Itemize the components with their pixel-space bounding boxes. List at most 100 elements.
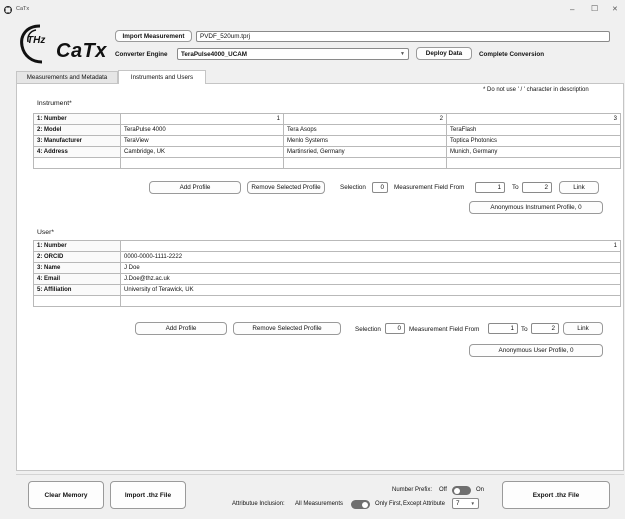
instrument-selection-label: Selection bbox=[340, 184, 366, 191]
user-table[interactable]: 1: Number 1 2: ORCID 0000-0000-1111-2222… bbox=[33, 240, 621, 307]
toggle-knob bbox=[362, 501, 368, 508]
instrument-to-field[interactable]: 2 bbox=[522, 182, 552, 193]
export-thz-file-button[interactable]: Export .thz File bbox=[502, 481, 610, 509]
deploy-data-button[interactable]: Deploy Data bbox=[416, 47, 472, 60]
minimize-icon[interactable]: – bbox=[570, 5, 574, 14]
number-prefix-label: Number Prefix: bbox=[392, 487, 433, 493]
table-cell[interactable]: 3 bbox=[446, 113, 621, 125]
close-icon[interactable]: ✕ bbox=[612, 5, 618, 13]
row-header: 1: Number bbox=[33, 113, 121, 125]
instrument-add-profile-button[interactable]: Add Profile bbox=[149, 181, 241, 194]
table-row[interactable]: 2: ORCID 0000-0000-1111-2222 bbox=[33, 251, 621, 263]
toggle-knob bbox=[454, 487, 460, 494]
tab-measurements-metadata[interactable]: Measurements and Metadata bbox=[16, 71, 118, 83]
tab-instruments-users[interactable]: Instruments and Users bbox=[118, 70, 206, 84]
table-row-empty[interactable] bbox=[33, 295, 621, 307]
row-header: 1: Number bbox=[33, 240, 121, 252]
chevron-down-icon: ▼ bbox=[470, 501, 475, 506]
row-header: 2: Model bbox=[33, 124, 121, 136]
number-prefix-on-label: On bbox=[476, 487, 485, 493]
user-to-label: To bbox=[521, 326, 528, 333]
user-link-button[interactable]: Link bbox=[563, 322, 603, 335]
user-field-from-label: Measurement Field From bbox=[409, 326, 480, 333]
tab-label: Instruments and Users bbox=[130, 74, 194, 81]
table-cell[interactable] bbox=[33, 157, 121, 169]
table-cell[interactable]: 1 bbox=[120, 113, 284, 125]
table-row[interactable]: 1: Number 1 2 3 bbox=[33, 113, 621, 125]
table-cell[interactable]: J.Doe@thz.ac.uk bbox=[120, 273, 621, 285]
except-attribute-label: Except Attribute bbox=[403, 501, 446, 507]
number-prefix-off-label: Off bbox=[439, 487, 447, 493]
table-cell[interactable] bbox=[446, 157, 621, 169]
table-row[interactable]: 3: Name J Doe bbox=[33, 262, 621, 274]
converter-engine-value: TeraPulse4000_UCAM bbox=[181, 50, 248, 58]
table-row[interactable]: 5: Affiliation University of Terawick, U… bbox=[33, 284, 621, 296]
anonymous-user-profile-button[interactable]: Anonymous User Profile, 0 bbox=[469, 344, 603, 357]
instrument-remove-profile-button[interactable]: Remove Selected Profile bbox=[247, 181, 325, 194]
user-selection-field[interactable]: 0 bbox=[385, 323, 405, 334]
import-thz-file-button[interactable]: Import .thz File bbox=[110, 481, 186, 509]
window-title: CaTx bbox=[16, 6, 30, 12]
clear-memory-button[interactable]: Clear Memory bbox=[28, 481, 104, 509]
user-remove-profile-button[interactable]: Remove Selected Profile bbox=[233, 322, 341, 335]
title-bar: CaTx – ☐ ✕ bbox=[0, 0, 625, 20]
table-row[interactable]: 1: Number 1 bbox=[33, 240, 621, 252]
table-cell[interactable]: Menlo Systems bbox=[283, 135, 447, 147]
table-cell[interactable]: TeraPulse 4000 bbox=[120, 124, 284, 136]
table-cell[interactable]: 0000-0000-1111-2222 bbox=[120, 251, 621, 263]
conversion-status: Complete Conversion bbox=[479, 51, 545, 58]
row-header: 5: Affiliation bbox=[33, 284, 121, 296]
table-cell[interactable] bbox=[283, 157, 447, 169]
table-row[interactable]: 4: Address Cambridge, UK Martinsried, Ge… bbox=[33, 146, 621, 158]
anonymous-instrument-profile-button[interactable]: Anonymous Instrument Profile, 0 bbox=[469, 201, 603, 214]
instrument-selection-field[interactable]: 0 bbox=[372, 182, 388, 193]
table-cell[interactable]: TeraFlash bbox=[446, 124, 621, 136]
table-cell[interactable]: 1 bbox=[120, 240, 621, 252]
user-from-field[interactable]: 1 bbox=[488, 323, 518, 334]
table-cell[interactable]: J Doe bbox=[120, 262, 621, 274]
row-header: 3: Manufacturer bbox=[33, 135, 121, 147]
logo-catx: CaTx bbox=[56, 40, 107, 62]
user-add-profile-button[interactable]: Add Profile bbox=[135, 322, 227, 335]
row-header: 4: Email bbox=[33, 273, 121, 285]
attribute-inclusion-toggle[interactable] bbox=[351, 500, 370, 509]
table-cell[interactable]: Tera Asops bbox=[283, 124, 447, 136]
measurement-file-field[interactable]: PVDF_520um.tprj bbox=[196, 31, 610, 42]
instrument-section-title: Instrument* bbox=[37, 100, 72, 107]
converter-engine-select[interactable]: TeraPulse4000_UCAM ▼ bbox=[177, 48, 409, 60]
instrument-to-label: To bbox=[512, 184, 519, 191]
import-measurement-button[interactable]: Import Measurement bbox=[115, 30, 192, 42]
table-cell[interactable] bbox=[120, 295, 621, 307]
except-attribute-select[interactable]: 7 ▼ bbox=[452, 498, 479, 509]
instrument-link-button[interactable]: Link bbox=[559, 181, 599, 194]
table-row[interactable]: 3: Manufacturer TeraView Menlo Systems T… bbox=[33, 135, 621, 147]
user-selection-label: Selection bbox=[355, 326, 381, 333]
row-header: 4: Address bbox=[33, 146, 121, 158]
instrument-from-field[interactable]: 1 bbox=[475, 182, 505, 193]
table-cell[interactable] bbox=[120, 157, 284, 169]
number-prefix-toggle[interactable] bbox=[452, 486, 471, 495]
chevron-down-icon: ▼ bbox=[400, 51, 405, 57]
table-cell[interactable]: Martinsried, Germany bbox=[283, 146, 447, 158]
table-cell[interactable]: 2 bbox=[283, 113, 447, 125]
table-cell[interactable]: TeraView bbox=[120, 135, 284, 147]
instrument-table[interactable]: 1: Number 1 2 3 2: Model TeraPulse 4000 … bbox=[33, 113, 621, 169]
catx-logo: THz CaTx bbox=[18, 22, 113, 66]
table-row-empty[interactable] bbox=[33, 157, 621, 169]
instrument-field-from-label: Measurement Field From bbox=[394, 184, 465, 191]
user-to-field[interactable]: 2 bbox=[531, 323, 559, 334]
logo-thz: THz bbox=[27, 35, 46, 46]
table-cell[interactable]: Toptica Photonics bbox=[446, 135, 621, 147]
row-header: 3: Name bbox=[33, 262, 121, 274]
converter-engine-label: Converter Engine bbox=[115, 51, 168, 58]
inclusion-label: Attributue Inclusion: bbox=[232, 501, 285, 507]
table-row[interactable]: 4: Email J.Doe@thz.ac.uk bbox=[33, 273, 621, 285]
table-cell[interactable]: Munich, Germany bbox=[446, 146, 621, 158]
description-note: * Do not use ' / ' character in descript… bbox=[483, 87, 589, 93]
maximize-icon[interactable]: ☐ bbox=[591, 4, 598, 13]
table-cell[interactable]: Cambridge, UK bbox=[120, 146, 284, 158]
row-header: 2: ORCID bbox=[33, 251, 121, 263]
table-cell[interactable] bbox=[33, 295, 121, 307]
table-cell[interactable]: University of Terawick, UK bbox=[120, 284, 621, 296]
table-row[interactable]: 2: Model TeraPulse 4000 Tera Asops TeraF… bbox=[33, 124, 621, 136]
